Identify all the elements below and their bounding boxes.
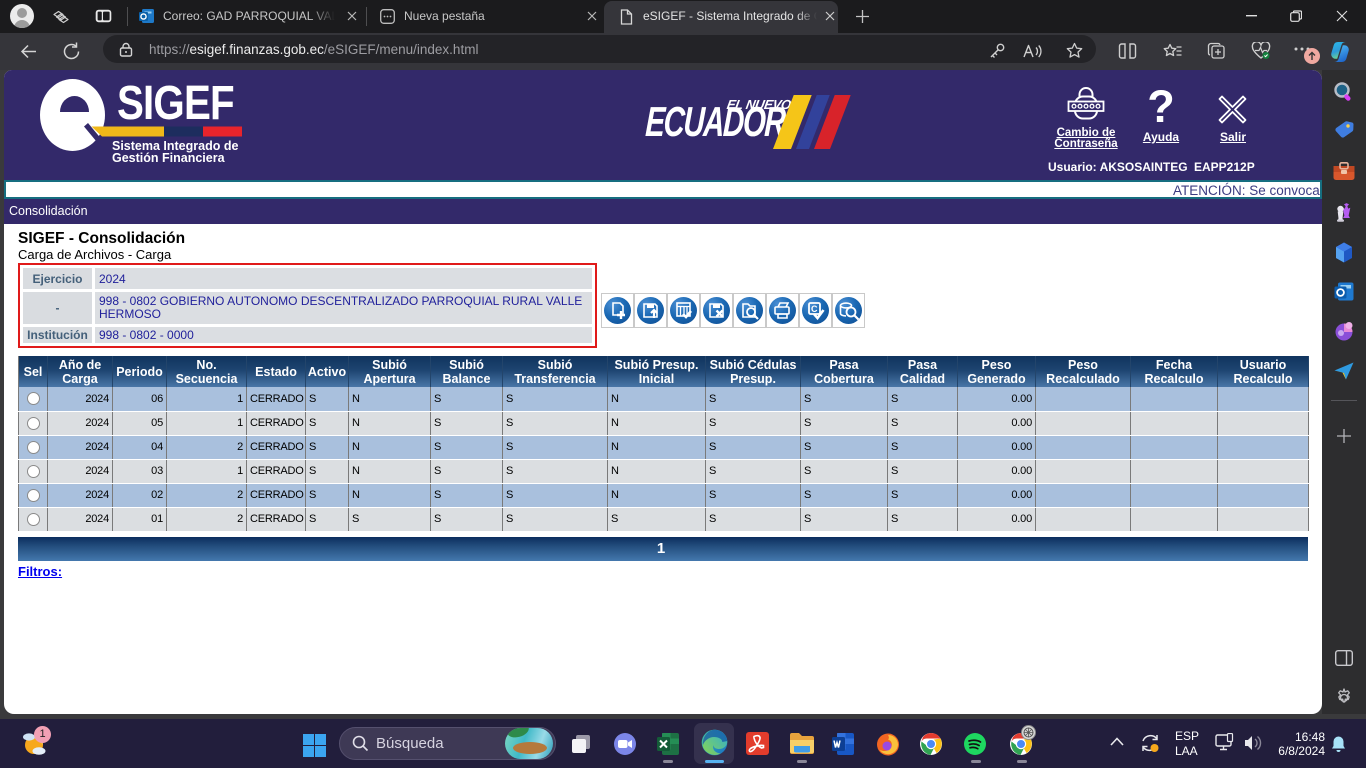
svg-text:C: C	[811, 304, 818, 314]
